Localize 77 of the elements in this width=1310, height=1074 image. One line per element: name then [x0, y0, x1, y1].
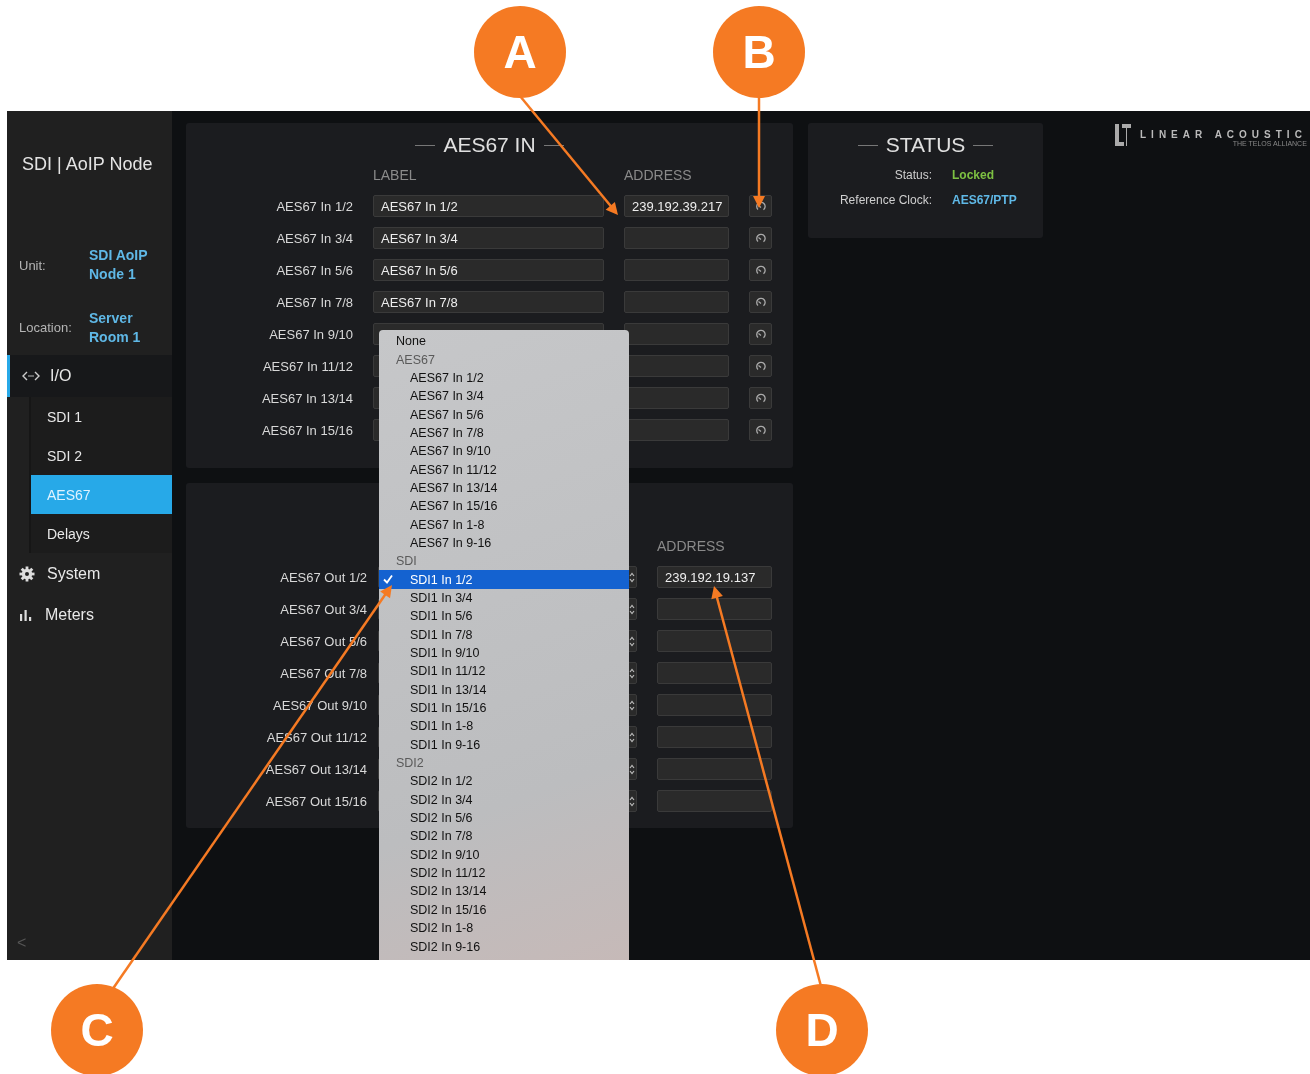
- menu-option[interactable]: SDI2 In 9-16: [379, 937, 629, 956]
- menu-option[interactable]: AES67 In 15/16: [379, 497, 629, 516]
- app-title: SDI | AoIP Node: [21, 153, 154, 176]
- channel-name: AES67 Out 1/2: [279, 569, 367, 585]
- status-value: Locked: [952, 168, 995, 182]
- menu-option[interactable]: SDI1 In 3/4: [379, 588, 629, 608]
- nav-subitem[interactable]: Delays: [31, 514, 172, 553]
- menu-option[interactable]: SDI1 In 7/8: [379, 625, 629, 644]
- label-field[interactable]: AES67 In 7/8: [373, 291, 604, 313]
- info-value: SDI AoIP Node 1: [89, 246, 149, 285]
- panel-title: STATUS: [885, 133, 966, 157]
- menu-option[interactable]: SDI1 In 5/6: [379, 607, 629, 626]
- menu-option[interactable]: SDI1 In 11/12: [379, 662, 629, 681]
- menu-option[interactable]: AES67 In 9/10: [379, 442, 629, 461]
- channel-name: AES67 Out 15/16: [264, 793, 367, 809]
- menu-option[interactable]: SDI1 In 1-8: [379, 717, 629, 736]
- menu-option[interactable]: SDI2 In 9/10: [379, 845, 629, 864]
- menu-group-label: SDI2: [395, 755, 425, 773]
- label-field[interactable]: AES67 In 5/6: [373, 259, 604, 281]
- menu-option[interactable]: SDI2 In 13/14: [379, 882, 629, 901]
- menu-option[interactable]: SDI2 In 1/2: [379, 772, 629, 791]
- status-value: AES67/PTP: [952, 193, 1018, 207]
- channel-name: AES67 In 13/14: [260, 390, 353, 406]
- channel-name: AES67 In 7/8: [275, 294, 353, 310]
- info-label: Unit:: [19, 257, 47, 273]
- menu-option[interactable]: AES67 In 7/8: [379, 423, 629, 443]
- menu-option[interactable]: SDI2 In 15/16: [379, 900, 629, 919]
- callout-marker: A: [474, 6, 566, 98]
- menu-option[interactable]: SDI2 In 11/12: [379, 863, 629, 883]
- menu-option[interactable]: SDI1 In 15/16: [379, 698, 629, 718]
- menu-option[interactable]: AES67 In 13/14: [379, 478, 629, 498]
- menu-option[interactable]: None: [379, 332, 629, 351]
- menu-option[interactable]: SDI2 In 7/8: [379, 827, 629, 846]
- channel-name: AES67 In 11/12: [261, 358, 353, 374]
- menu-option[interactable]: SDI1 In 9/10: [379, 643, 629, 663]
- nav-subitem[interactable]: SDI 2: [31, 436, 172, 475]
- menu-option[interactable]: SDI1 In 9-16: [379, 735, 629, 754]
- callout-marker: B: [713, 6, 805, 98]
- channel-name: AES67 In 15/16: [260, 422, 353, 438]
- channel-name: AES67 In 3/4: [275, 230, 353, 246]
- column-header: ADDRESS: [657, 538, 726, 556]
- callout-marker: C: [51, 984, 143, 1074]
- status-label: Status:: [893, 168, 932, 182]
- channel-name: AES67 Out 3/4: [279, 601, 367, 617]
- label-field[interactable]: AES67 In 1/2: [373, 195, 604, 217]
- nav-item[interactable]: System: [7, 553, 172, 594]
- menu-option[interactable]: AES67 In 3/4: [379, 387, 629, 406]
- nav-item[interactable]: Meters: [7, 594, 172, 635]
- panel-title: AES67 IN: [443, 133, 536, 157]
- address-field[interactable]: 239.192.39.217: [624, 195, 729, 217]
- logo-name: LINEAR ACOUSTIC: [1140, 129, 1307, 140]
- menu-option[interactable]: SDI2 In 3/4: [379, 790, 629, 809]
- callout-marker: D: [776, 984, 868, 1074]
- status-label: Reference Clock:: [838, 193, 932, 207]
- channel-name: AES67 Out 13/14: [264, 761, 367, 777]
- channel-name: AES67 In 5/6: [275, 262, 353, 278]
- menu-option[interactable]: AES67 In 11/12: [379, 460, 629, 479]
- menu-option[interactable]: AES67 In 1-8: [379, 515, 629, 534]
- menu-option[interactable]: AES67 In 5/6: [379, 405, 629, 424]
- menu-option[interactable]: SDI2 In 5/6: [379, 808, 629, 828]
- label-field[interactable]: AES67 In 3/4: [373, 227, 604, 249]
- nav-item[interactable]: I/O: [7, 355, 172, 397]
- menu-group-label: SDI: [395, 553, 418, 571]
- info-value: Server Room 1: [89, 308, 142, 347]
- info-label: Location:: [19, 320, 73, 336]
- column-header: ADDRESS: [624, 167, 693, 185]
- menu-option[interactable]: SDI1 In 1/2: [379, 570, 629, 589]
- menu-option[interactable]: SDI1 In 13/14: [379, 680, 629, 699]
- address-field[interactable]: 239.192.19.137: [657, 566, 772, 588]
- channel-name: AES67 In 9/10: [268, 326, 353, 342]
- menu-group-label: AES67: [395, 351, 436, 369]
- menu-option[interactable]: AES67 In 9-16: [379, 533, 629, 553]
- nav-subitem[interactable]: SDI 1: [31, 397, 172, 436]
- channel-name: AES67 In 1/2: [275, 198, 353, 214]
- menu-option[interactable]: AES67 In 1/2: [379, 368, 629, 388]
- column-header: LABEL: [373, 167, 418, 185]
- menu-option[interactable]: SDI2 In 1-8: [379, 919, 629, 938]
